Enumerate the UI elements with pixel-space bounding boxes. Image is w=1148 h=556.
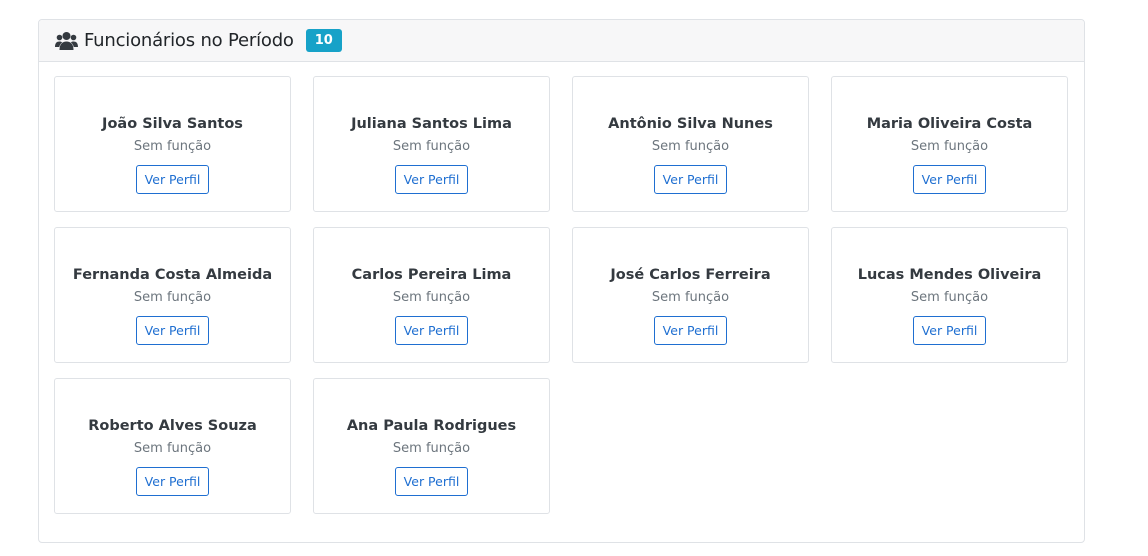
employee-card: Maria Oliveira Costa Sem função Ver Perfil: [831, 76, 1068, 212]
view-profile-button[interactable]: Ver Perfil: [135, 467, 210, 496]
employee-name: Lucas Mendes Oliveira: [857, 267, 1042, 283]
employee-card: Roberto Alves Souza Sem função Ver Perfil: [54, 378, 291, 514]
panel-header: Funcionários no Período 10: [39, 20, 1084, 62]
employee-card: Carlos Pereira Lima Sem função Ver Perfil: [313, 227, 550, 363]
view-profile-button[interactable]: Ver Perfil: [653, 316, 728, 345]
employee-name: José Carlos Ferreira: [610, 267, 771, 283]
employee-role: Sem função: [651, 139, 730, 154]
employee-card: Lucas Mendes Oliveira Sem função Ver Perfi…: [831, 227, 1068, 363]
panel-title: Funcionários no Período: [84, 30, 294, 51]
employee-card: João Silva Santos Sem função Ver Perfil: [54, 76, 291, 212]
view-profile-button[interactable]: Ver Perfil: [135, 165, 210, 194]
view-profile-button[interactable]: Ver Perfil: [653, 165, 728, 194]
employee-name: Maria Oliveira Costa: [866, 116, 1033, 132]
employee-role: Sem função: [392, 290, 471, 305]
view-profile-button[interactable]: Ver Perfil: [912, 316, 987, 345]
employee-role: Sem função: [133, 139, 212, 154]
employee-grid: João Silva Santos Sem função Ver Perfil Jul…: [54, 76, 1068, 514]
employee-card: Fernanda Costa Almeida Sem função Ver Perf…: [54, 227, 291, 363]
view-profile-button[interactable]: Ver Perfil: [394, 467, 469, 496]
employee-card: José Carlos Ferreira Sem função Ver Perfil: [572, 227, 809, 363]
employee-name: Juliana Santos Lima: [351, 116, 512, 132]
employee-card: Antônio Silva Nunes Sem função Ver Perfil: [572, 76, 809, 212]
users-icon: [55, 31, 78, 51]
employees-panel: Funcionários no Período 10 João Silva Sa…: [38, 19, 1085, 543]
employee-name: Ana Paula Rodrigues: [346, 418, 517, 434]
view-profile-button[interactable]: Ver Perfil: [394, 316, 469, 345]
view-profile-button[interactable]: Ver Perfil: [135, 316, 210, 345]
employee-name: Carlos Pereira Lima: [351, 267, 512, 283]
employee-count-badge: 10: [305, 29, 342, 52]
employee-name: Roberto Alves Souza: [88, 418, 257, 434]
view-profile-button[interactable]: Ver Perfil: [912, 165, 987, 194]
employee-role: Sem função: [651, 290, 730, 305]
employee-role: Sem função: [392, 139, 471, 154]
view-profile-button[interactable]: Ver Perfil: [394, 165, 469, 194]
employee-name: Fernanda Costa Almeida: [72, 267, 273, 283]
employee-name: Antônio Silva Nunes: [608, 116, 773, 132]
employee-card: Juliana Santos Lima Sem função Ver Perfil: [313, 76, 550, 212]
employee-role: Sem função: [133, 290, 212, 305]
employee-role: Sem função: [392, 441, 471, 456]
employee-name: João Silva Santos: [102, 116, 243, 132]
employee-role: Sem função: [910, 139, 989, 154]
employee-role: Sem função: [133, 441, 212, 456]
employee-card: Ana Paula Rodrigues Sem função Ver Perfil: [313, 378, 550, 514]
employee-role: Sem função: [910, 290, 989, 305]
